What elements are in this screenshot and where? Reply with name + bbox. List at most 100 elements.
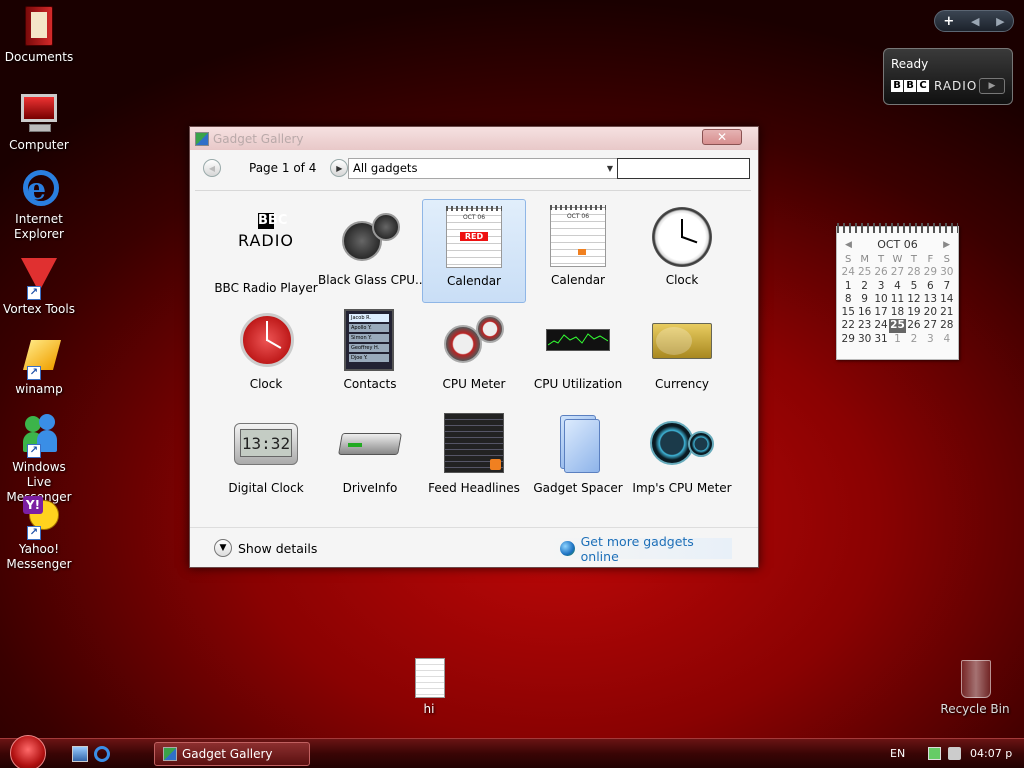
calendar-day[interactable]: 26	[873, 266, 889, 279]
calendar-day[interactable]: 6	[922, 280, 938, 293]
calendar-day[interactable]: 31	[873, 333, 889, 346]
gadget-tile-driveinfo[interactable]: DriveInfo	[318, 407, 422, 511]
taskbar-clock[interactable]: 04:07 p	[970, 747, 1012, 760]
language-indicator[interactable]: EN	[890, 747, 905, 760]
calendar-day[interactable]: 3	[873, 280, 889, 293]
gadget-tile-currency[interactable]: Currency	[630, 303, 734, 407]
desktop-icon-computer[interactable]: Computer	[0, 92, 78, 153]
gadget-tile-calendar-selected[interactable]: OCT 06 RED Calendar	[422, 199, 526, 303]
volume-icon[interactable]	[948, 747, 961, 760]
show-desktop-icon[interactable]	[72, 746, 88, 762]
desktop-icon-recycle-bin[interactable]: Recycle Bin	[936, 656, 1014, 717]
gadget-tile-cpu-utilization[interactable]: CPU Utilization	[526, 303, 630, 407]
calendar-day[interactable]: 24	[840, 266, 856, 279]
calendar-day[interactable]: 1	[889, 333, 905, 346]
calendar-day[interactable]: 30	[939, 266, 955, 279]
gadget-tile-feed-headlines[interactable]: Feed Headlines	[422, 407, 526, 511]
sidebar-next-button[interactable]: ▶	[996, 15, 1004, 28]
calendar-day[interactable]: 27	[889, 266, 905, 279]
close-button[interactable]: ✕	[702, 129, 742, 145]
calendar-day[interactable]: 10	[873, 293, 889, 306]
gadget-tile-clock[interactable]: Clock	[630, 199, 734, 303]
calendar-day[interactable]: 11	[889, 293, 905, 306]
calendar-day[interactable]: 17	[873, 306, 889, 319]
gadget-gallery-app-icon	[163, 747, 177, 761]
calendar-day[interactable]: 28	[906, 266, 922, 279]
calendar-day[interactable]: 25	[889, 319, 906, 333]
calendar-day[interactable]: 9	[856, 293, 872, 306]
calendar-day[interactable]: 29	[840, 333, 856, 346]
play-icon[interactable]: ▶	[979, 78, 1005, 94]
desktop-icon-vortex-tools[interactable]: ↗ Vortex Tools	[0, 256, 78, 317]
calendar-day[interactable]: 2	[856, 280, 872, 293]
desktop-icon-yahoo-messenger[interactable]: Y! ↗ Yahoo! Messenger	[0, 496, 78, 572]
calendar-day[interactable]: 27	[922, 319, 938, 332]
calendar-day[interactable]: 15	[840, 306, 856, 319]
taskbar-button-gadget-gallery[interactable]: Gadget Gallery	[154, 742, 310, 766]
calendar-icon-badge: RED	[460, 232, 488, 241]
calendar-day[interactable]: 1	[840, 280, 856, 293]
calendar-day[interactable]: 4	[889, 280, 905, 293]
gadget-tile-gadget-spacer[interactable]: Gadget Spacer	[526, 407, 630, 511]
show-details-toggle[interactable]: ▼ Show details	[214, 539, 317, 557]
calendar-day[interactable]: 20	[922, 306, 938, 319]
gadget-tile-calendar[interactable]: OCT 06 Calendar	[526, 199, 630, 303]
add-gadget-button[interactable]: +	[943, 14, 954, 29]
desktop-icon-documents[interactable]: Documents	[0, 4, 78, 65]
bbc-radio-gadget[interactable]: Ready B B C RADIO ▶	[883, 48, 1013, 105]
desktop-icon-winamp[interactable]: ↗ winamp	[0, 336, 78, 397]
calendar-day[interactable]: 24	[873, 319, 889, 332]
calendar-gadget[interactable]: ◀ OCT 06 ▶ S M T W T F S 24 25 26 27 28 29 30 1 2 3 4 5 6 7 8…	[836, 223, 959, 360]
calendar-day[interactable]: 26	[906, 319, 922, 332]
calendar-day[interactable]: 14	[939, 293, 955, 306]
calendar-day[interactable]: 13	[922, 293, 938, 306]
calendar-next-icon[interactable]: ▶	[943, 240, 950, 250]
gadget-name: Gadget Spacer	[533, 481, 623, 495]
calendar-day[interactable]: 4	[939, 333, 955, 346]
gadget-search-input[interactable]	[617, 158, 750, 179]
gadget-tile-digital-clock[interactable]: 13:32 Digital Clock	[214, 407, 318, 511]
gadget-name: Digital Clock	[228, 481, 304, 495]
desktop-icon-windows-live-messenger[interactable]: ↗ Windows Live Messenger	[0, 414, 78, 505]
calendar-day[interactable]: 5	[906, 280, 922, 293]
calendar-day[interactable]: 3	[922, 333, 938, 346]
gadget-tile-clock-red[interactable]: Clock	[214, 303, 318, 407]
calendar-prev-icon[interactable]: ◀	[845, 240, 852, 250]
globe-icon	[560, 541, 575, 556]
calendar-day[interactable]: 29	[922, 266, 938, 279]
get-more-gadgets-link[interactable]: Get more gadgets online	[550, 534, 732, 564]
gadget-tile-cpu-meter[interactable]: CPU Meter	[422, 303, 526, 407]
calendar-day[interactable]: 7	[939, 280, 955, 293]
calendar-day[interactable]: 30	[856, 333, 872, 346]
calendar-day[interactable]: 16	[856, 306, 872, 319]
gadget-tile-imps-cpu-meter[interactable]: Imp's CPU Meter	[630, 407, 734, 511]
gadget-tile-black-glass-cpu[interactable]: Black Glass CPU...	[318, 199, 426, 303]
internet-explorer-quicklaunch-icon[interactable]	[94, 746, 110, 762]
cpu-utilization-icon	[546, 309, 610, 373]
gadget-filter-dropdown[interactable]: All gadgets ▼	[348, 158, 618, 179]
window-titlebar[interactable]: Gadget Gallery	[190, 127, 758, 150]
cpu-meter-icon	[442, 309, 506, 373]
calendar-day[interactable]: 21	[939, 306, 955, 319]
calendar-day[interactable]: 19	[906, 306, 922, 319]
calendar-day[interactable]: 8	[840, 293, 856, 306]
calendar-day[interactable]: 2	[906, 333, 922, 346]
desktop-icon-internet-explorer[interactable]: e Internet Explorer	[0, 166, 78, 242]
calendar-day[interactable]: 25	[856, 266, 872, 279]
calendar-day[interactable]: 23	[856, 319, 872, 332]
calendar-day[interactable]: 28	[939, 319, 955, 332]
next-page-button[interactable]: ▶	[330, 159, 349, 177]
gadget-tile-contacts[interactable]: Jacob R. Apollo Y. Simon Y. Geoffrey H. Djoe…	[318, 303, 422, 407]
desktop-icon-hi[interactable]: hi	[390, 656, 468, 717]
gallery-toolbar: ◀ Page 1 of 4 ▶ All gadgets ▼	[195, 155, 751, 191]
calendar-day[interactable]: 12	[906, 293, 922, 306]
network-icon[interactable]	[928, 747, 941, 760]
start-button[interactable]	[10, 735, 46, 768]
gadget-tile-bbc-radio-player[interactable]: BBC RADIO BBC Radio Player	[214, 199, 318, 303]
calendar-weekday-label: S	[943, 254, 950, 265]
calendar-day[interactable]: 18	[889, 306, 905, 319]
calendar-day[interactable]: 22	[840, 319, 856, 332]
messenger-buddies-icon: ↗	[17, 414, 61, 458]
prev-page-button[interactable]: ◀	[203, 159, 221, 177]
sidebar-prev-button[interactable]: ◀	[971, 15, 979, 28]
